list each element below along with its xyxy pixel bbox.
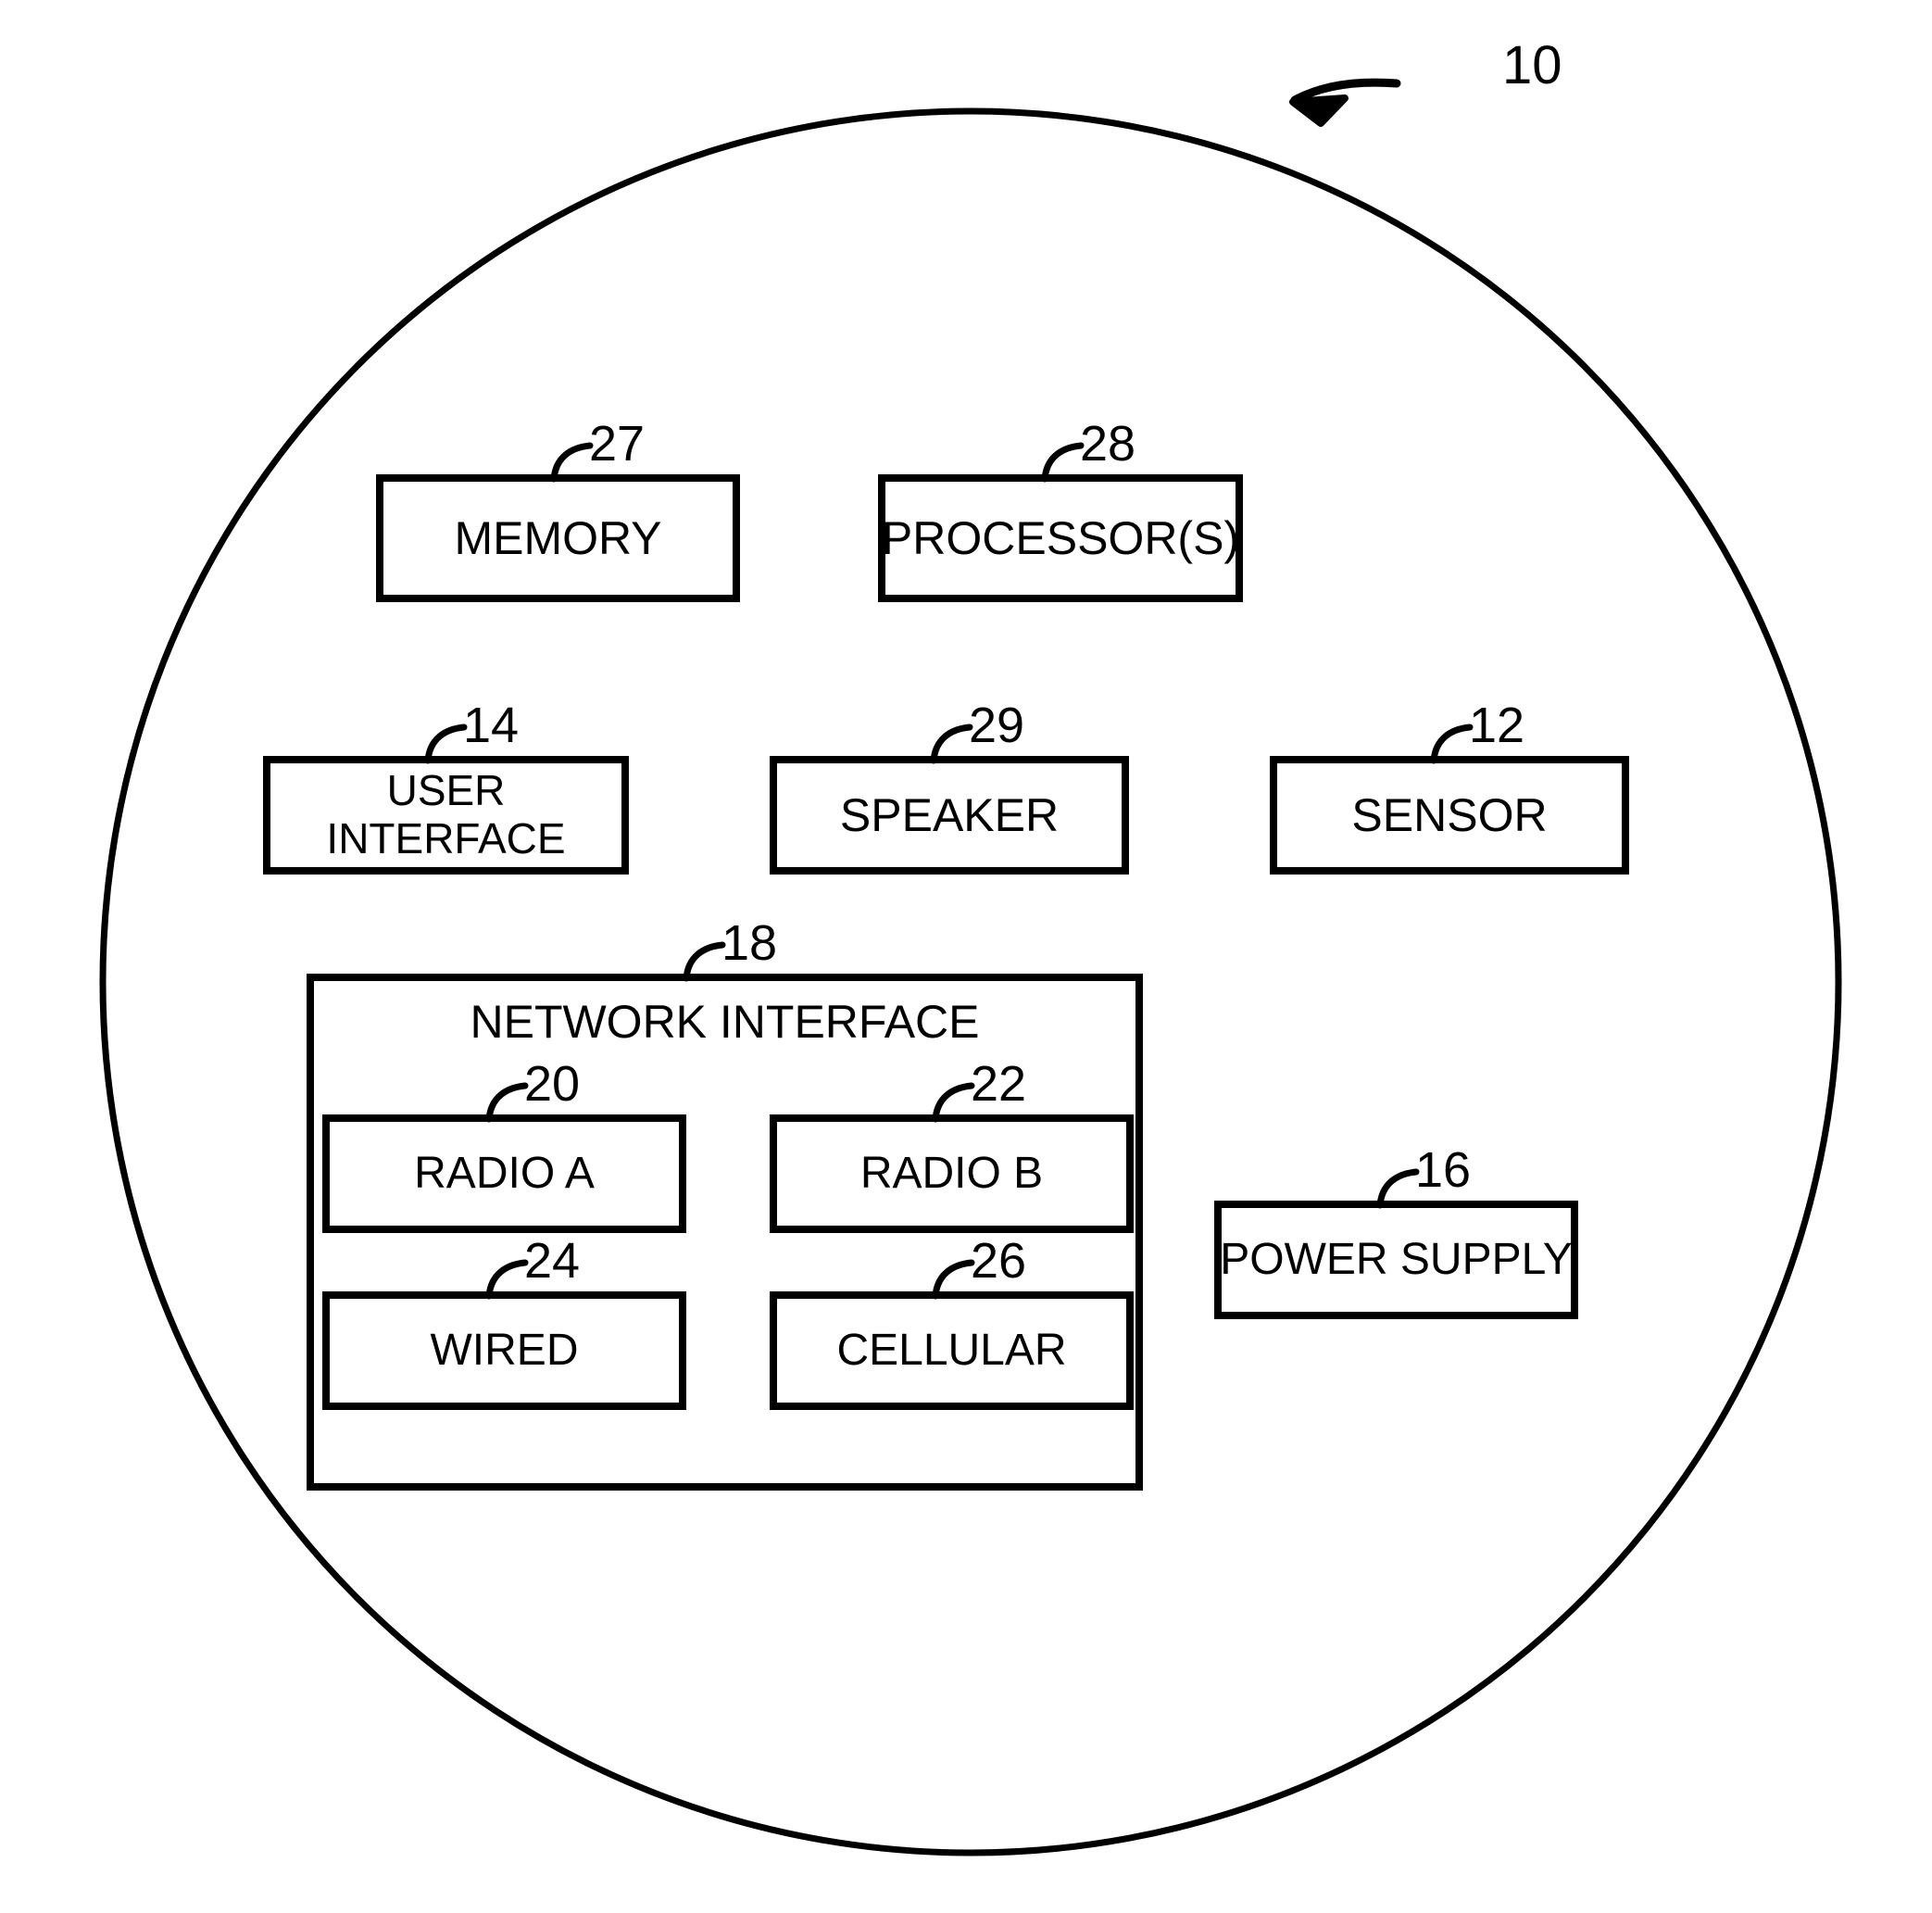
reference-leader-10 xyxy=(1289,78,1401,127)
figure-canvas xyxy=(99,78,1842,1856)
reference-numeral-20: 20 xyxy=(524,1056,581,1112)
reference-numeral-12: 12 xyxy=(1469,698,1525,753)
reference-numeral-16: 16 xyxy=(1415,1142,1472,1198)
reference-numeral-18: 18 xyxy=(721,915,778,971)
reference-numeral-28: 28 xyxy=(1080,416,1136,472)
patent-figure: 10 27 28 14 29 12 18 20 22 24 26 16 MEMO… xyxy=(0,0,1932,1913)
reference-numeral-10: 10 xyxy=(1502,35,1562,95)
reference-numeral-27: 27 xyxy=(589,416,646,472)
reference-numeral-29: 29 xyxy=(969,698,1025,753)
reference-numeral-14: 14 xyxy=(463,698,520,753)
reference-numeral-22: 22 xyxy=(971,1056,1027,1112)
reference-numeral-26: 26 xyxy=(971,1233,1027,1289)
reference-numeral-24: 24 xyxy=(524,1233,581,1289)
